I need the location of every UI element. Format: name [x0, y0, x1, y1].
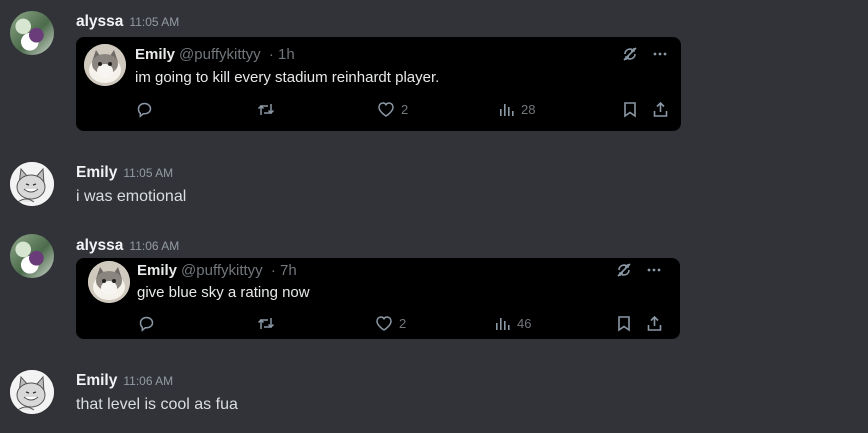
heart-icon — [375, 315, 393, 332]
refresh-icon[interactable] — [622, 46, 638, 62]
bookmark-icon — [622, 101, 638, 118]
reply-button[interactable] — [138, 315, 155, 332]
view-count: 28 — [521, 102, 536, 117]
timestamp: 11:06 AM — [123, 374, 174, 388]
reply-icon — [136, 101, 153, 118]
like-button[interactable]: 2 — [375, 315, 406, 332]
repost-icon — [257, 315, 275, 332]
more-icon[interactable] — [646, 262, 662, 278]
heart-icon — [377, 101, 395, 118]
message: Emily 11:05 AM i was emotional — [0, 155, 868, 215]
embed-handle[interactable]: @puffykittyy — [181, 262, 263, 279]
embed-age: · 7h — [270, 262, 297, 279]
share-button[interactable] — [652, 101, 669, 118]
views-button[interactable]: 46 — [495, 315, 531, 332]
message-text: that level is cool as fua — [76, 396, 238, 413]
embed-text: im going to kill every stadium reinhardt… — [135, 69, 440, 86]
share-icon — [646, 315, 663, 332]
refresh-icon[interactable] — [616, 262, 632, 278]
author-name[interactable]: alyssa — [76, 237, 123, 254]
timestamp: 11:06 AM — [129, 239, 180, 253]
reply-button[interactable] — [136, 101, 153, 118]
avatar[interactable] — [10, 11, 54, 55]
embed-header: Emily @puffykittyy · 7h — [137, 262, 297, 279]
views-button[interactable]: 28 — [499, 101, 535, 118]
tweet-embed[interactable]: Emily @puffykittyy · 7h give blue sky a r… — [76, 258, 680, 339]
message-header: alyssa 11:06 AM — [76, 237, 179, 255]
share-icon — [652, 101, 669, 118]
embed-header: Emily @puffykittyy · 1h — [135, 46, 295, 63]
message-header: Emily 11:06 AM — [76, 372, 173, 390]
like-button[interactable]: 2 — [377, 101, 408, 118]
like-count: 2 — [399, 316, 407, 331]
author-name[interactable]: Emily — [76, 164, 117, 181]
message: Emily 11:06 AM that level is cool as fua — [0, 363, 868, 428]
bookmark-button[interactable] — [622, 101, 638, 118]
timestamp: 11:05 AM — [123, 166, 174, 180]
message: alyssa 11:06 AM Emily @puffykittyy · 7h gi… — [0, 225, 868, 345]
repost-button[interactable] — [257, 101, 275, 118]
bookmark-button[interactable] — [616, 315, 632, 332]
embed-age: · 1h — [268, 46, 295, 63]
repost-icon — [257, 101, 275, 118]
author-name[interactable]: alyssa — [76, 13, 123, 30]
avatar — [88, 261, 130, 303]
message-header: alyssa 11:05 AM — [76, 13, 179, 31]
tweet-embed[interactable]: Emily @puffykittyy · 1h im going to kill … — [76, 37, 681, 131]
author-name[interactable]: Emily — [76, 372, 117, 389]
reply-icon — [138, 315, 155, 332]
more-icon[interactable] — [652, 46, 668, 62]
like-count: 2 — [401, 102, 409, 117]
embed-text: give blue sky a rating now — [137, 284, 310, 301]
bookmark-icon — [616, 315, 632, 332]
avatar — [84, 44, 126, 86]
message-text: i was emotional — [76, 188, 187, 205]
embed-author[interactable]: Emily — [137, 262, 177, 279]
repost-button[interactable] — [257, 315, 275, 332]
views-icon — [495, 315, 511, 332]
views-icon — [499, 101, 515, 118]
timestamp: 11:05 AM — [129, 15, 180, 29]
avatar[interactable] — [10, 370, 54, 414]
embed-author[interactable]: Emily — [135, 46, 175, 63]
share-button[interactable] — [646, 315, 663, 332]
avatar[interactable] — [10, 234, 54, 278]
avatar[interactable] — [10, 162, 54, 206]
embed-handle[interactable]: @puffykittyy — [179, 46, 261, 63]
view-count: 46 — [517, 316, 532, 331]
message-header: Emily 11:05 AM — [76, 164, 173, 182]
message: alyssa 11:05 AM Emily @puffykittyy · 1h im… — [0, 0, 868, 140]
